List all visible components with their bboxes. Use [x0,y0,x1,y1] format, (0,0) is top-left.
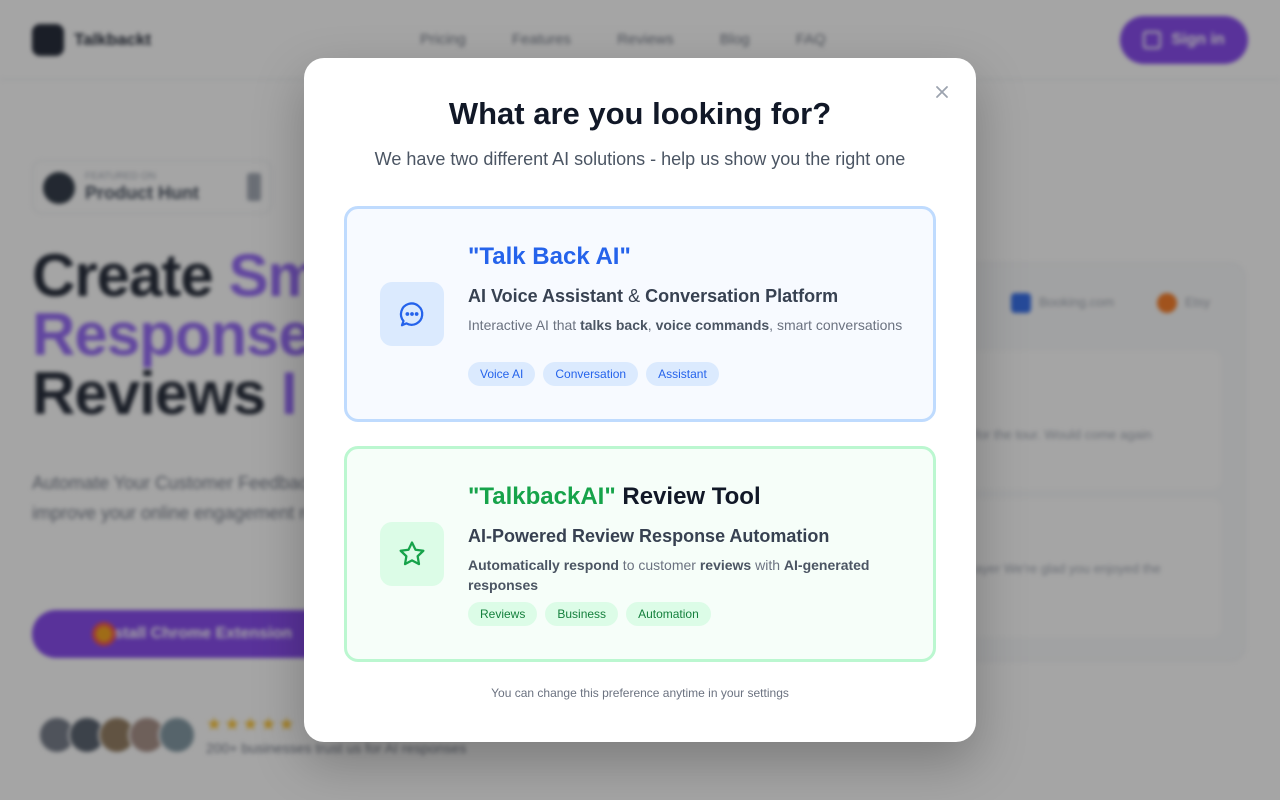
option-title-rest: Review Tool [615,483,761,510]
desc-bold: Automatically respond [468,557,619,573]
heading-part1: AI Voice Assistant [468,286,624,306]
desc-text: , [647,317,656,333]
option-talkbackai-review-tool[interactable]: "TalkbackAI" Review Tool AI-Powered Revi… [344,446,936,662]
desc-text: Interactive AI that [468,317,581,333]
modal-subtitle: We have two different AI solutions - hel… [374,149,906,169]
option-description: Automatically respond to customer review… [468,555,908,595]
option-icon-box [380,522,444,586]
heading-part2: Conversation Platform [645,286,839,306]
chat-bubble-icon [399,302,424,327]
desc-bold: talks back [580,317,648,333]
option-heading: AI-Powered Review Response Automation [468,526,829,547]
tag-assistant: Assistant [646,362,719,386]
tag-voice-ai: Voice AI [468,362,536,386]
desc-text: with [751,557,784,573]
option-title: "Talk Back AI" [468,243,631,270]
tag-business: Business [545,602,619,626]
option-talk-back-ai[interactable]: "Talk Back AI" AI Voice Assistant & Conv… [344,206,936,422]
modal-title: What are you looking for? [448,96,832,131]
option-title: "TalkbackAI" Review Tool [468,483,761,511]
solution-picker-modal: What are you looking for? We have two di… [304,58,976,742]
option-description: Interactive AI that talks back, voice co… [468,315,908,335]
option-icon-box [380,282,444,346]
option-heading: AI Voice Assistant & Conversation Platfo… [468,286,838,307]
option-tags: Voice AI Conversation Assistant [468,362,719,386]
desc-bold: reviews [699,557,752,573]
option-title-quoted: "TalkbackAI" [468,483,616,510]
star-icon [399,541,425,566]
desc-bold: voice commands [655,317,770,333]
tag-conversation: Conversation [543,362,639,386]
preference-note: You can change this preference anytime i… [491,686,789,700]
tag-reviews: Reviews [468,602,538,626]
desc-text: , smart conversations [769,317,903,333]
heading-text: AI-Powered Review Response Automation [468,526,830,546]
option-tags: Reviews Business Automation [468,602,711,626]
tag-automation: Automation [626,602,711,626]
heading-amp: & [623,286,646,306]
desc-text: to customer [618,557,700,573]
